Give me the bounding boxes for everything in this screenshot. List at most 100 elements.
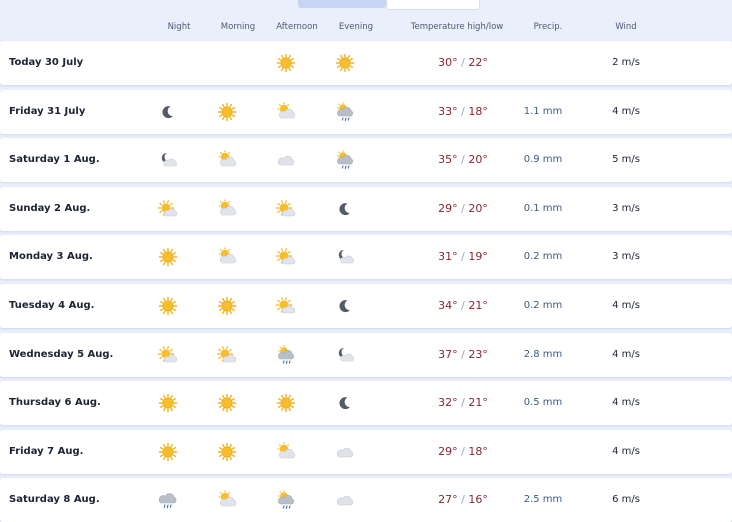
- partly-cloudy-icon: [275, 296, 297, 316]
- forecast-row[interactable]: Thursday 6 Aug. 32° / 21° 0.5 mm 4 m/s: [0, 381, 732, 425]
- forecast-row[interactable]: Wednesday 5 Aug. 37° / 23° 2.8 mm 4 m/s: [0, 333, 732, 377]
- sun-icon: [275, 393, 297, 413]
- partly-cloudy-icon: [216, 150, 238, 170]
- sun-rain-icon: [334, 102, 356, 122]
- cloud-icon: [334, 442, 356, 462]
- temp-high: 37°: [438, 348, 458, 361]
- temp-high: 29°: [438, 202, 458, 215]
- wind-value: 4 m/s: [612, 300, 640, 311]
- temperature-cell: 29° / 18°: [400, 430, 526, 474]
- temp-high: 32°: [438, 396, 458, 409]
- temp-high: 33°: [438, 105, 458, 118]
- day-label: Today 30 July: [9, 57, 84, 68]
- view-toggle: [0, 0, 732, 12]
- forecast-row[interactable]: Sunday 2 Aug. 29° / 20° 0.1 mm 3 m/s: [0, 187, 732, 231]
- day-label: Thursday 6 Aug.: [9, 397, 101, 408]
- forecast-row[interactable]: Monday 3 Aug. 31° / 19° 0.2 mm 3 m/s: [0, 235, 732, 279]
- forecast-row[interactable]: Tuesday 4 Aug. 34° / 21° 0.2 mm 4 m/s: [0, 284, 732, 328]
- temperature-cell: 31° / 19°: [400, 235, 526, 279]
- sun-icon: [157, 296, 179, 316]
- temp-separator: /: [457, 250, 469, 263]
- partly-cloudy-icon: [275, 247, 297, 267]
- temp-low: 21°: [468, 299, 488, 312]
- temp-high: 35°: [438, 153, 458, 166]
- partly-cloudy-icon: [216, 199, 238, 219]
- forecast-row[interactable]: Today 30 July 30° / 22° 2 m/s: [0, 41, 732, 85]
- forecast-row[interactable]: Friday 7 Aug. 29° / 18° 4 m/s: [0, 430, 732, 474]
- temp-separator: /: [457, 299, 469, 312]
- precip-value: [512, 41, 574, 85]
- sun-rain-icon: [275, 490, 297, 510]
- temp-high: 34°: [438, 299, 458, 312]
- temp-separator: /: [457, 396, 469, 409]
- wind-value: 4 m/s: [612, 106, 640, 117]
- sun-icon: [157, 247, 179, 267]
- wind-value: 4 m/s: [612, 397, 640, 408]
- precip-value: 0.1 mm: [523, 203, 563, 214]
- partly-cloudy-icon: [157, 345, 179, 365]
- temp-separator: /: [457, 493, 469, 506]
- forecast-row[interactable]: Saturday 1 Aug. 35° / 20° 0.9 mm 5 m/s: [0, 138, 732, 182]
- moon-cloud-icon: [157, 150, 179, 170]
- sun-icon: [216, 442, 238, 462]
- forecast-row[interactable]: Saturday 8 Aug. 27° / 16° 2.5 mm 6 m/s: [0, 478, 732, 522]
- temp-separator: /: [457, 153, 469, 166]
- day-label: Saturday 1 Aug.: [9, 154, 100, 165]
- temperature-cell: 33° / 18°: [400, 90, 526, 134]
- col-evening-header: Evening: [338, 22, 374, 32]
- temp-separator: /: [457, 105, 469, 118]
- sun-rain-icon: [334, 150, 356, 170]
- day-label: Friday 7 Aug.: [9, 446, 84, 457]
- temp-separator: /: [457, 445, 469, 458]
- day-label: Friday 31 July: [9, 106, 86, 117]
- wind-value: 5 m/s: [612, 154, 640, 165]
- moon-icon: [334, 393, 356, 413]
- temp-separator: /: [457, 56, 469, 69]
- precip-value: 2.8 mm: [523, 349, 563, 360]
- temp-high: 27°: [438, 493, 458, 506]
- temp-low: 18°: [468, 445, 488, 458]
- moon-cloud-icon: [334, 345, 356, 365]
- temp-high: 30°: [438, 56, 458, 69]
- day-label: Tuesday 4 Aug.: [9, 300, 95, 311]
- temp-low: 23°: [468, 348, 488, 361]
- temperature-cell: 34° / 21°: [400, 284, 526, 328]
- cloud-icon: [275, 150, 297, 170]
- day-label: Monday 3 Aug.: [9, 251, 93, 262]
- view-tab[interactable]: [386, 0, 480, 10]
- precip-value: [512, 430, 574, 474]
- sun-rain-icon: [275, 345, 297, 365]
- rain-icon: [157, 490, 179, 510]
- temperature-cell: 35° / 20°: [400, 138, 526, 182]
- wind-value: 3 m/s: [612, 251, 640, 262]
- moon-icon: [334, 199, 356, 219]
- temp-separator: /: [457, 202, 469, 215]
- wind-value: 6 m/s: [612, 494, 640, 505]
- temp-high: 29°: [438, 445, 458, 458]
- partly-cloudy-icon: [275, 442, 297, 462]
- moon-icon: [157, 102, 179, 122]
- table-header: Night Morning Afternoon Evening Temperat…: [0, 22, 732, 36]
- sun-icon: [216, 393, 238, 413]
- partly-cloudy-icon: [275, 102, 297, 122]
- precip-value: 0.2 mm: [523, 300, 563, 311]
- partly-cloudy-icon: [216, 247, 238, 267]
- view-tab-active[interactable]: [298, 0, 386, 8]
- moon-icon: [334, 296, 356, 316]
- temp-high: 31°: [438, 250, 458, 263]
- col-night-header: Night: [167, 22, 191, 32]
- temp-low: 18°: [468, 105, 488, 118]
- forecast-row[interactable]: Friday 31 July 33° / 18° 1.1 mm 4 m/s: [0, 90, 732, 134]
- precip-value: 1.1 mm: [523, 106, 563, 117]
- precip-value: 0.9 mm: [523, 154, 563, 165]
- cloud-icon: [334, 490, 356, 510]
- wind-value: 4 m/s: [612, 349, 640, 360]
- col-temperature-header: Temperature high/low: [410, 22, 504, 32]
- sun-icon: [216, 102, 238, 122]
- day-label: Wednesday 5 Aug.: [9, 349, 114, 360]
- col-wind-header: Wind: [615, 22, 637, 32]
- wind-value: 2 m/s: [612, 57, 640, 68]
- partly-cloudy-icon: [216, 490, 238, 510]
- wind-value: 4 m/s: [612, 446, 640, 457]
- sun-icon: [275, 53, 297, 73]
